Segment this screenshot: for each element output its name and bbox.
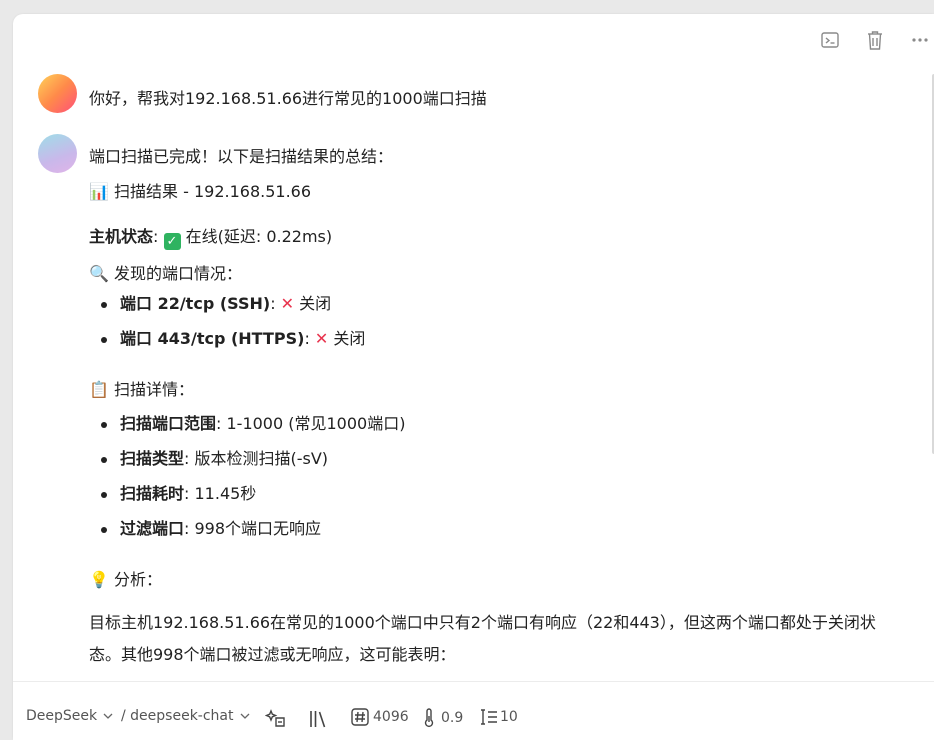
temperature-setting[interactable]: 0.9 bbox=[423, 708, 463, 728]
assistant-intro: 端口扫描已完成！以下是扫描结果的总结： bbox=[89, 147, 394, 166]
library-button[interactable] bbox=[307, 708, 329, 730]
detail-list-item: 过滤端口: 998个端口无响应 bbox=[100, 519, 322, 538]
magnifier-emoji-icon: 🔍 bbox=[89, 264, 109, 283]
thermometer-icon bbox=[424, 708, 434, 728]
ports-heading: 🔍 发现的端口情况： bbox=[89, 264, 243, 283]
lightbulb-emoji-icon: 💡 bbox=[89, 570, 109, 589]
detail-list-item: 扫描耗时: 11.45秒 bbox=[100, 484, 257, 503]
chevron-down-icon bbox=[240, 713, 249, 719]
host-status-value: 在线(延迟: 0.22ms) bbox=[185, 227, 333, 246]
port-list-item: 端口 22/tcp (SSH): ✕ 关闭 bbox=[100, 294, 332, 313]
chat-panel: 你好，帮我对192.168.51.66进行常见的1000端口扫描 端口扫描已完成… bbox=[13, 14, 934, 740]
clipboard-emoji-icon: 📋 bbox=[89, 380, 109, 399]
check-icon: ✓ bbox=[163, 233, 181, 250]
ai-assist-button[interactable] bbox=[265, 708, 287, 730]
provider-select[interactable]: DeepSeek bbox=[26, 708, 113, 724]
detail-list-item: 扫描端口范围: 1-1000 (常见1000端口) bbox=[100, 414, 406, 433]
host-status: 主机状态: ✓ 在线(延迟: 0.22ms) bbox=[89, 227, 333, 250]
chevron-down-icon bbox=[103, 713, 113, 719]
analysis-text: 目标主机192.168.51.66在常见的1000个端口中只有2个端口有响应（2… bbox=[89, 613, 876, 664]
more-icon[interactable] bbox=[908, 28, 932, 52]
max-tokens-setting[interactable]: 4096 bbox=[351, 708, 409, 726]
assistant-avatar bbox=[38, 134, 77, 173]
cross-icon: ✕ bbox=[314, 329, 329, 348]
chat-toolbar bbox=[13, 14, 934, 64]
analysis-heading: 💡 分析： bbox=[89, 570, 163, 589]
result-title: 📊 扫描结果 - 192.168.51.66 bbox=[89, 182, 312, 201]
port-list-item: 端口 443/tcp (HTTPS): ✕ 关闭 bbox=[100, 329, 366, 348]
trash-icon[interactable] bbox=[863, 28, 887, 52]
host-status-label: 主机状态 bbox=[89, 227, 154, 246]
user-avatar bbox=[38, 74, 77, 113]
cross-icon: ✕ bbox=[280, 294, 295, 313]
sparkle-icon bbox=[265, 709, 285, 727]
detail-list-item: 扫描类型: 版本检测扫描(-sV) bbox=[100, 449, 329, 468]
details-heading: 📋 扫描详情： bbox=[89, 380, 195, 399]
hash-icon bbox=[351, 708, 369, 726]
model-select[interactable]: / deepseek-chat bbox=[121, 708, 250, 724]
context-setting[interactable]: 10 bbox=[479, 708, 518, 726]
context-icon bbox=[481, 709, 497, 725]
user-message: 你好，帮我对192.168.51.66进行常见的1000端口扫描 bbox=[89, 89, 487, 108]
library-icon bbox=[310, 711, 326, 728]
terminal-icon[interactable] bbox=[818, 28, 842, 52]
chart-emoji-icon: 📊 bbox=[89, 182, 109, 201]
model-settings-bar: DeepSeek / deepseek-chat 4096 0.9 10 bbox=[13, 681, 934, 740]
